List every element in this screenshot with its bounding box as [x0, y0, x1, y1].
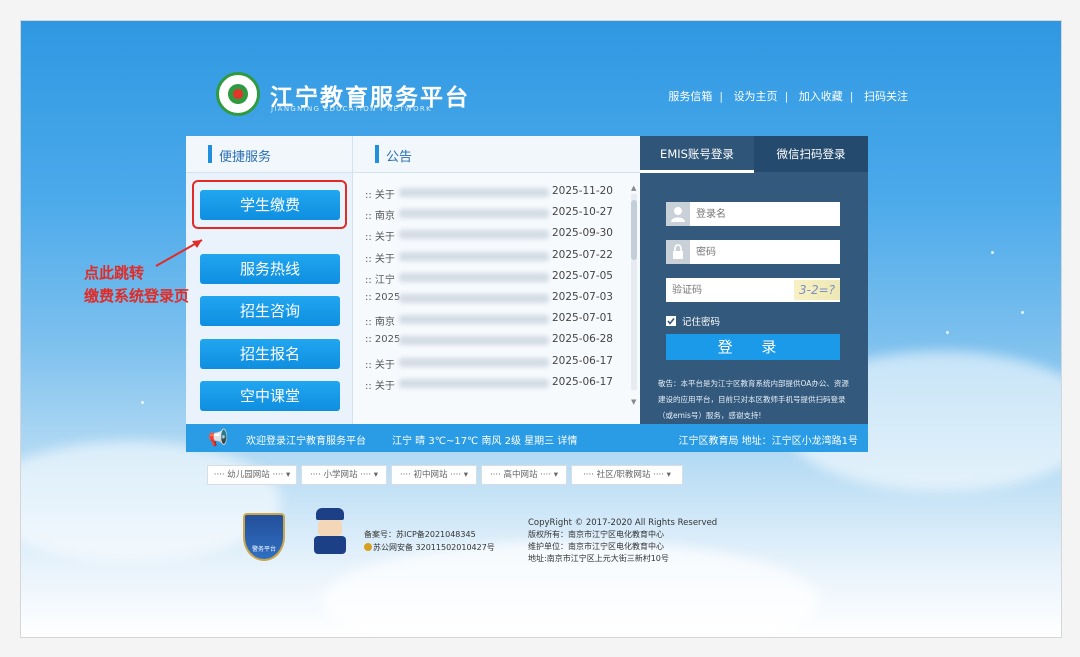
tab-emis-login[interactable]: EMIS账号登录	[640, 136, 754, 172]
captcha-input[interactable]	[672, 281, 788, 299]
user-icon	[666, 202, 690, 226]
remember-checkbox[interactable]	[666, 316, 676, 326]
notice-panel: 公告 :: 关于 2025-11-20 :: 南京 2025-10-27 :: 关于…	[352, 136, 641, 424]
link-service-mailbox[interactable]: 服务信箱	[668, 90, 712, 103]
notice-item[interactable]: :: 关于 2025-11-20	[365, 182, 627, 203]
site-subtitle: JIANGNING EDUCATION I NETWORK	[271, 105, 432, 113]
tab-wechat-login[interactable]: 微信扫码登录	[754, 136, 868, 172]
password-field[interactable]	[666, 240, 840, 264]
sparkle-decoration	[1021, 311, 1024, 314]
notice-item[interactable]: :: 南京 2025-07-01	[365, 309, 627, 330]
link-add-favorite[interactable]: 加入收藏	[799, 90, 843, 103]
footer-address: 地址:南京市江宁区上元大街三新村10号	[528, 554, 669, 563]
scroll-down-arrow-icon[interactable]: ▼	[631, 398, 636, 406]
admission-consult-button[interactable]: 招生咨询	[200, 296, 340, 326]
police-record[interactable]: 苏公网安备 32011502010427号	[373, 543, 495, 552]
cloud-decoration	[21, 441, 281, 561]
quick-services-title: 便捷服务	[219, 150, 272, 165]
scroll-up-arrow-icon[interactable]: ▲	[631, 184, 636, 192]
link-set-homepage[interactable]: 设为主页	[734, 90, 778, 103]
link-scan-follow[interactable]: 扫码关注	[864, 90, 908, 103]
megaphone-icon: 📢	[208, 428, 228, 447]
quick-services-header: 便捷服务	[186, 136, 352, 173]
notice-scrollbar[interactable]	[631, 194, 637, 390]
top-links: 服务信箱 | 设为主页 | 加入收藏 | 扫码关注	[668, 90, 908, 103]
notice-item[interactable]: :: 南京 2025-10-27	[365, 203, 627, 224]
annotation-line-1: 点此跳转	[84, 264, 145, 282]
notice-item[interactable]: :: 2025 2025-07-03	[365, 288, 627, 309]
maintainer: 维护单位：南京市江宁区电化教育中心	[528, 542, 664, 551]
weather-info: 江宁 晴 3℃~17℃ 南风 2级 星期三 详情	[392, 436, 578, 447]
student-payment-button[interactable]: 学生缴费	[200, 190, 340, 220]
registration-info: 备案号：苏ICP备2021048345 苏公网安备 32011502010427…	[364, 528, 495, 554]
community-vocational-site-select[interactable]: ···· 社区/职教网站 ···· ▾	[571, 465, 683, 485]
admission-signup-button[interactable]: 招生报名	[200, 339, 340, 369]
high-school-site-select[interactable]: ···· 高中网站 ···· ▾	[481, 465, 567, 485]
service-hotline-button[interactable]: 服务热线	[200, 254, 340, 284]
icp-number[interactable]: 备案号：苏ICP备2021048345	[364, 528, 495, 541]
copyright-text: CopyRight © 2017-2020 All Rights Reserve…	[528, 518, 718, 528]
middle-school-site-select[interactable]: ···· 初中网站 ···· ▾	[391, 465, 477, 485]
notice-item[interactable]: :: 关于 2025-09-30	[365, 224, 627, 245]
login-panel: EMIS账号登录 微信扫码登录 3-2=? 记住密码 登 录 敬告：本平台是为江…	[640, 136, 868, 424]
sparkle-decoration	[991, 251, 994, 254]
notice-item[interactable]: :: 关于 2025-06-17	[365, 352, 627, 373]
copyright-block: CopyRight © 2017-2020 All Rights Reserve…	[528, 517, 717, 565]
quick-services: 便捷服务 学生缴费 服务热线 招生咨询 招生报名 空中课堂	[186, 136, 352, 424]
notice-header: 公告	[353, 136, 641, 173]
notice-title: 公告	[386, 150, 413, 165]
notice-item[interactable]: :: 2025 2025-06-28	[365, 330, 627, 351]
welcome-text: 欢迎登录江宁教育服务平台	[246, 436, 366, 447]
primary-school-site-select[interactable]: ···· 小学网站 ···· ▾	[301, 465, 387, 485]
captcha-image[interactable]: 3-2=?	[794, 280, 840, 300]
police-emblem-icon	[364, 543, 372, 551]
copyright-owner: 版权所有：南京市江宁区电化教育中心	[528, 530, 664, 539]
sparkle-decoration	[141, 401, 144, 404]
remember-label: 记住密码	[682, 317, 721, 328]
notice-list: :: 关于 2025-11-20 :: 南京 2025-10-27 :: 关于 202…	[365, 182, 627, 394]
annotation-text: 点此跳转 缴费系统登录页	[84, 262, 189, 308]
login-notice: 敬告：本平台是为江宁区教育系统内部提供OA办公、资源建设的应用平台，目前只对本区…	[658, 379, 849, 420]
notice-item[interactable]: :: 关于 2025-06-17	[365, 373, 627, 394]
site-logo[interactable]	[216, 72, 260, 116]
username-input[interactable]	[696, 205, 836, 223]
welcome-strip: 📢 欢迎登录江宁教育服务平台 江宁 晴 3℃~17℃ 南风 2级 星期三 详情 …	[186, 424, 868, 452]
online-classroom-button[interactable]: 空中课堂	[200, 381, 340, 411]
lock-icon	[666, 240, 690, 264]
sparkle-decoration	[946, 331, 949, 334]
bureau-address: 江宁区教育局 地址：江宁区小龙湾路1号	[678, 436, 858, 447]
police-platform-badge[interactable]: 警务平台	[243, 513, 285, 561]
notice-item[interactable]: :: 江宁 2025-07-05	[365, 267, 627, 288]
active-tab-indicator	[640, 170, 754, 173]
kindergarten-site-select[interactable]: ···· 幼儿园网站 ···· ▾	[207, 465, 297, 485]
main-panel: 便捷服务 学生缴费 服务热线 招生咨询 招生报名 空中课堂 公告 :: 关于 20…	[186, 136, 868, 424]
login-button[interactable]: 登 录	[666, 334, 840, 360]
captcha-field[interactable]: 3-2=?	[666, 278, 840, 302]
notice-item[interactable]: :: 关于 2025-07-22	[365, 246, 627, 267]
password-input[interactable]	[696, 243, 836, 261]
remember-password[interactable]: 记住密码	[666, 314, 720, 328]
annotation-line-2: 缴费系统登录页	[84, 287, 190, 305]
username-field[interactable]	[666, 202, 840, 226]
cyber-police-icon[interactable]	[310, 508, 350, 554]
